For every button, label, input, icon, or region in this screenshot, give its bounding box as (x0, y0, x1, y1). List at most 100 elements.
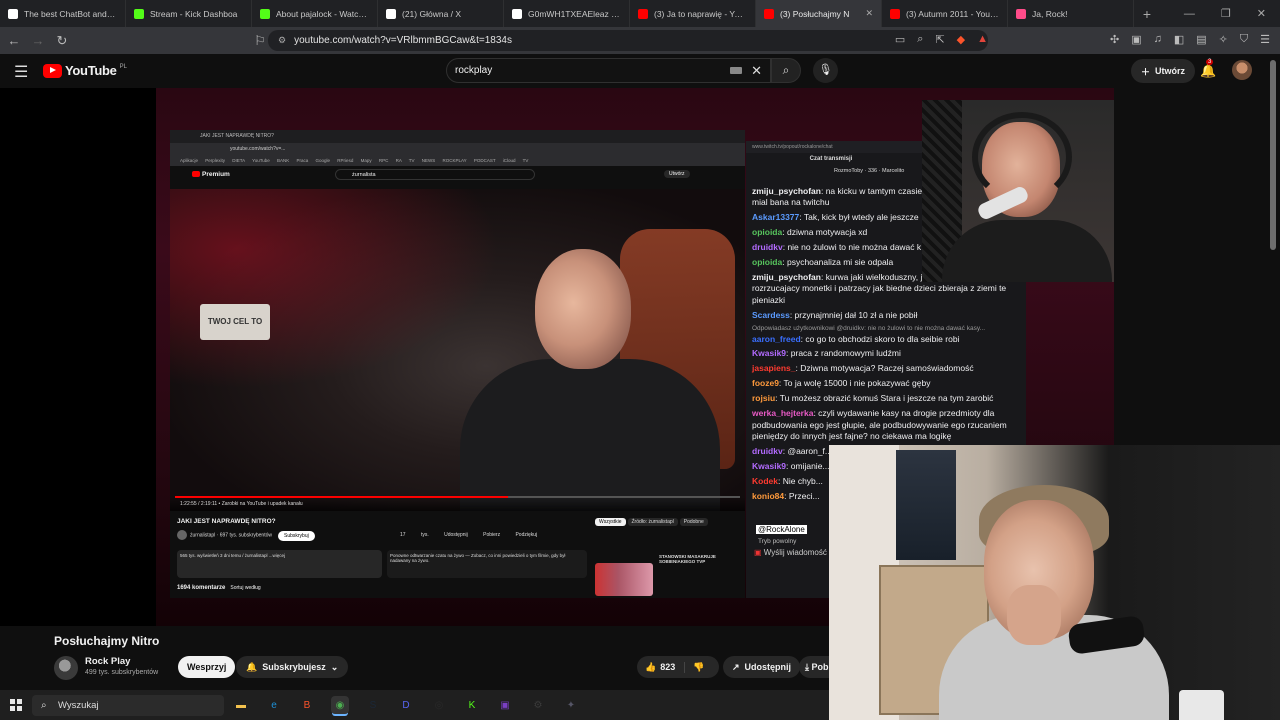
menu-icon[interactable]: ☰ (1260, 33, 1270, 46)
share-button[interactable]: ↗ Udostępnij (723, 656, 801, 678)
bookmark-icon[interactable]: ⚐ (250, 33, 270, 49)
chat-username[interactable]: konio84 (752, 491, 784, 501)
site-info-icon[interactable]: ⚙ (278, 35, 286, 46)
chat-username[interactable]: druidkv (752, 446, 783, 456)
windows-start-icon[interactable] (10, 699, 22, 711)
back-icon[interactable]: ← (4, 33, 24, 48)
search-button[interactable]: ⌕ (771, 58, 801, 83)
browser-tab[interactable]: (3) Autumn 2011 - YouTu (882, 0, 1008, 27)
chat-username[interactable]: Kwasik9 (752, 348, 786, 358)
subscribed-button[interactable]: 🔔 Subskrybujesz ⌄ (236, 656, 349, 678)
screenshot-icon[interactable]: ▣ (1131, 33, 1141, 46)
zoom-icon[interactable]: ⌕ (917, 33, 923, 46)
discord-icon[interactable]: D (397, 696, 415, 714)
search-input[interactable] (455, 65, 715, 76)
taskbar-search[interactable]: ⌕ Wyszukaj (32, 695, 224, 716)
chat-username[interactable]: werka_hejterka (752, 408, 813, 418)
window-controls: — ❐ ✕ (1184, 0, 1280, 27)
streamer-shirt (942, 220, 1112, 282)
chat-username[interactable]: Scardess (752, 310, 790, 320)
voice-search-button[interactable]: 🎙 (813, 58, 838, 83)
bell-icon: 🔔 (246, 662, 258, 672)
settings-icon[interactable]: ⚙ (529, 696, 547, 714)
chat-username[interactable]: Askar13377 (752, 212, 799, 222)
sidebar-icon[interactable]: ◧ (1174, 33, 1184, 46)
player-letterbox (0, 88, 156, 626)
wallet-icon[interactable]: ▤ (1196, 33, 1206, 46)
notifications-button[interactable]: 🔔 3 (1200, 59, 1216, 79)
browser-tab[interactable]: (3) Ja to naprawię - YouTu (630, 0, 756, 27)
steam-icon[interactable]: S (364, 696, 382, 714)
tab-title: (3) Autumn 2011 - YouTu (906, 8, 999, 19)
microphone-icon: 🎙 (818, 64, 833, 76)
chat-username[interactable]: zmiju_psychofan (752, 186, 821, 196)
chat-username[interactable]: zmiju_psychofan (752, 272, 821, 282)
chat-username[interactable]: fooze9 (752, 378, 779, 388)
neon-sign: TWOJ CEL TO (200, 304, 270, 340)
chat-text: nie no żulowi to nie można dawać k (787, 242, 922, 253)
search-box[interactable]: ✕ (446, 58, 771, 83)
minimize-icon[interactable]: — (1184, 8, 1195, 20)
brave-icon[interactable]: B (298, 696, 316, 714)
kick-icon[interactable]: K (463, 696, 481, 714)
media-icon[interactable]: ▣ (496, 696, 514, 714)
browser-tab[interactable]: Ja, Rock! (1008, 0, 1134, 27)
rewards-icon[interactable]: ▲ (977, 33, 988, 46)
video-title: Posłuchajmy Nitro (54, 634, 160, 648)
download-button[interactable]: ⤓ Pobierz (799, 656, 829, 678)
browser-tab[interactable]: (21) Główna / X (378, 0, 504, 27)
inner-bookmarks-bar: Aplikacje Perplexity DIETA YouTube BANK … (170, 156, 745, 166)
browser-tab[interactable]: Stream - Kick Dashboa (126, 0, 252, 27)
browser-tab[interactable]: The best ChatBot and Wi (0, 0, 126, 27)
app-icon[interactable]: ✦ (562, 696, 580, 714)
obs-icon[interactable]: ◎ (430, 696, 448, 714)
file-explorer-icon[interactable]: ▬ (232, 696, 250, 714)
chat-message: Kwasik9: praca z randomowymi ludźmi (746, 348, 1026, 359)
new-tab-icon[interactable]: + (1134, 6, 1160, 22)
page-scrollbar[interactable] (1270, 60, 1276, 250)
extensions-icon[interactable]: ✣ (1110, 33, 1119, 46)
close-tab-icon[interactable]: ✕ (865, 8, 873, 19)
youtube-logo[interactable]: YouTube PL (43, 63, 127, 78)
hamburger-menu-icon[interactable]: ☰ (14, 62, 28, 82)
chat-username[interactable]: Kwasik9 (752, 461, 786, 471)
share-page-icon[interactable]: ⇱ (935, 33, 944, 46)
channel-avatar[interactable] (54, 656, 78, 680)
chat-text: Tu możesz obrazić komuś Stara i jeszcze … (779, 393, 994, 404)
browser-tab[interactable]: (3) Posłuchajmy N ✕ (756, 0, 882, 27)
forward-icon[interactable]: → (28, 33, 48, 48)
edge-icon[interactable]: e (265, 696, 283, 714)
chat-username[interactable]: opioida (752, 257, 782, 267)
inner-video-title: JAKI JEST NAPRAWDĘ NITRO? (177, 518, 276, 525)
chat-username[interactable]: druidkv (752, 242, 783, 252)
maximize-icon[interactable]: ❐ (1221, 7, 1231, 20)
chat-username[interactable]: rojsiu (752, 393, 775, 403)
browser-tab-strip: The best ChatBot and Wi Stream - Kick Das… (0, 0, 1280, 27)
channel-name[interactable]: Rock Play (85, 656, 130, 667)
leo-icon[interactable]: ✧ (1219, 33, 1228, 46)
like-button[interactable]: 👍 823 (637, 661, 686, 673)
vpn-icon[interactable]: ⛉ (1240, 33, 1248, 46)
keyboard-icon[interactable] (730, 67, 742, 74)
mention-chip[interactable]: @RockAlone (756, 525, 807, 534)
chat-username[interactable]: jasapiens_ (752, 363, 795, 373)
clear-search-icon[interactable]: ✕ (751, 63, 762, 79)
support-button[interactable]: Wesprzyj (178, 656, 236, 678)
inner-youtube-logo: Premium (192, 171, 230, 178)
address-bar[interactable]: ⚙ youtube.com/watch?v=VRlbmmBGCaw&t=1834… (268, 30, 988, 51)
chrome-icon[interactable]: ◉ (331, 696, 349, 714)
chat-username[interactable]: Kodek (752, 476, 778, 486)
brave-shield-icon[interactable]: ◆ (957, 33, 965, 46)
chat-username[interactable]: aaron_freed (752, 334, 801, 344)
close-window-icon[interactable]: ✕ (1257, 7, 1266, 20)
media-icon[interactable]: ♫ (1154, 33, 1162, 46)
inner-address-bar: youtube.com/watch?v=... (170, 143, 745, 156)
browser-tab[interactable]: About pajalock - Watch Li (252, 0, 378, 27)
chat-username[interactable]: opioida (752, 227, 782, 237)
account-avatar[interactable] (1232, 60, 1252, 80)
dislike-button[interactable]: 👎 (685, 662, 704, 673)
reload-icon[interactable]: ↻ (52, 33, 72, 49)
browser-tab[interactable]: G0mWH1TXEAEleaz (593× (504, 0, 630, 27)
create-button[interactable]: ＋ Utwórz (1131, 59, 1196, 83)
cast-icon[interactable]: ▭ (895, 33, 905, 46)
